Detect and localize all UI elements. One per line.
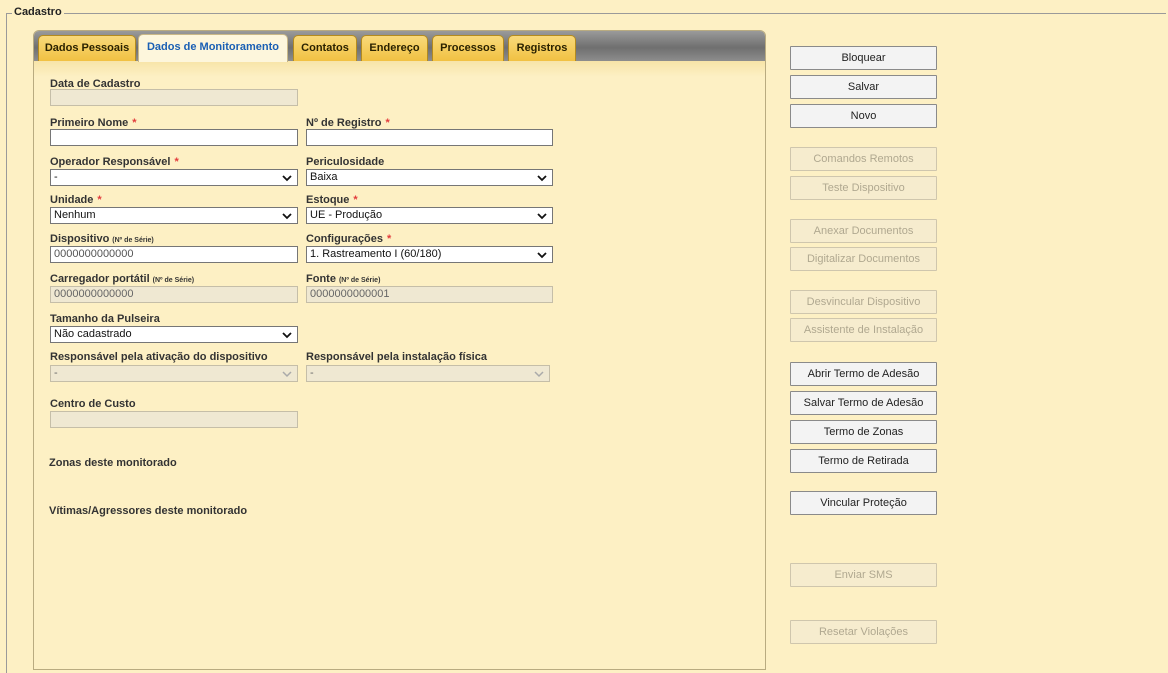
resetar-violacoes-button[interactable]: Resetar Violações — [790, 620, 937, 644]
required-marker: * — [174, 156, 179, 168]
resp-instalacao-select: - — [306, 365, 550, 382]
required-marker: * — [387, 233, 392, 245]
resp-instalacao-label: Responsável pela instalação física — [306, 351, 487, 363]
unidade-label: Unidade * — [50, 194, 102, 206]
chevron-down-icon — [533, 368, 545, 380]
cadastro-legend: Cadastro — [12, 6, 64, 18]
pulseira-select[interactable]: Não cadastrado — [50, 326, 298, 343]
required-marker: * — [132, 117, 137, 129]
pulseira-label: Tamanho da Pulseira — [50, 313, 160, 325]
required-marker: * — [385, 117, 390, 129]
carregador-field: 0000000000000 — [50, 286, 298, 303]
unidade-select[interactable]: Nenhum — [50, 207, 298, 224]
centro-custo-field — [50, 411, 298, 428]
teste-dispositivo-button[interactable]: Teste Dispositivo — [790, 176, 937, 200]
assistente-instalacao-button[interactable]: Assistente de Instalação — [790, 318, 937, 342]
termo-retirada-button[interactable]: Termo de Retirada — [790, 449, 937, 473]
configuracoes-label: Configurações * — [306, 233, 392, 245]
primeiro-nome-label: Primeiro Nome * — [50, 117, 137, 129]
primeiro-nome-field[interactable] — [50, 129, 298, 146]
desvincular-dispositivo-button[interactable]: Desvincular Dispositivo — [790, 290, 937, 314]
zonas-section-title: Zonas deste monitorado — [49, 457, 177, 469]
tab-contatos[interactable]: Contatos — [293, 35, 357, 61]
operador-label: Operador Responsável * — [50, 156, 179, 168]
anexar-documentos-button[interactable]: Anexar Documentos — [790, 219, 937, 243]
vitimas-section-title: Vítimas/Agressores deste monitorado — [49, 505, 248, 517]
chevron-down-icon — [281, 329, 293, 341]
dispositivo-field[interactable]: 0000000000000 — [50, 246, 298, 263]
resp-ativacao-label: Responsável pela ativação do dispositivo — [50, 351, 268, 363]
estoque-label: Estoque * — [306, 194, 358, 206]
tab-panel: Dados Pessoais Dados de Monitoramento Co… — [33, 30, 766, 670]
chevron-down-icon — [281, 210, 293, 222]
dispositivo-label: Dispositivo (Nº de Série) — [50, 233, 154, 245]
periculosidade-select[interactable]: Baixa — [306, 169, 553, 186]
estoque-select[interactable]: UE - Produção — [306, 207, 553, 224]
chevron-down-icon — [281, 368, 293, 380]
required-marker: * — [353, 194, 358, 206]
tab-endereco[interactable]: Endereço — [361, 35, 428, 61]
data-cadastro-field — [50, 89, 298, 106]
salvar-termo-adesao-button[interactable]: Salvar Termo de Adesão — [790, 391, 937, 415]
abrir-termo-adesao-button[interactable]: Abrir Termo de Adesão — [790, 362, 937, 386]
fonte-field: 0000000000001 — [306, 286, 553, 303]
digitalizar-documentos-button[interactable]: Digitalizar Documentos — [790, 247, 937, 271]
fonte-label: Fonte (Nº de Série) — [306, 273, 381, 285]
termo-zonas-button[interactable]: Termo de Zonas — [790, 420, 937, 444]
configuracoes-select[interactable]: 1. Rastreamento I (60/180) — [306, 246, 553, 263]
periculosidade-label: Periculosidade — [306, 156, 385, 168]
enviar-sms-button[interactable]: Enviar SMS — [790, 563, 937, 587]
chevron-down-icon — [536, 210, 548, 222]
chevron-down-icon — [536, 172, 548, 184]
comandos-remotos-button[interactable]: Comandos Remotos — [790, 147, 937, 171]
carregador-label: Carregador portátil (Nº de Série) — [50, 273, 195, 285]
n-registro-field[interactable] — [306, 129, 553, 146]
resp-ativacao-select: - — [50, 365, 298, 382]
salvar-button[interactable]: Salvar — [790, 75, 937, 99]
tab-dados-monitoramento[interactable]: Dados de Monitoramento — [138, 34, 288, 62]
tab-registros[interactable]: Registros — [508, 35, 576, 61]
chevron-down-icon — [536, 249, 548, 261]
operador-select[interactable]: - — [50, 169, 298, 186]
n-registro-label: Nº de Registro * — [306, 117, 390, 129]
novo-button[interactable]: Novo — [790, 104, 937, 128]
tab-dados-pessoais[interactable]: Dados Pessoais — [38, 35, 136, 61]
tab-processos[interactable]: Processos — [432, 35, 504, 61]
chevron-down-icon — [281, 172, 293, 184]
vincular-protecao-button[interactable]: Vincular Proteção — [790, 491, 937, 515]
centro-custo-label: Centro de Custo — [50, 398, 136, 410]
bloquear-button[interactable]: Bloquear — [790, 46, 937, 70]
required-marker: * — [97, 194, 102, 206]
